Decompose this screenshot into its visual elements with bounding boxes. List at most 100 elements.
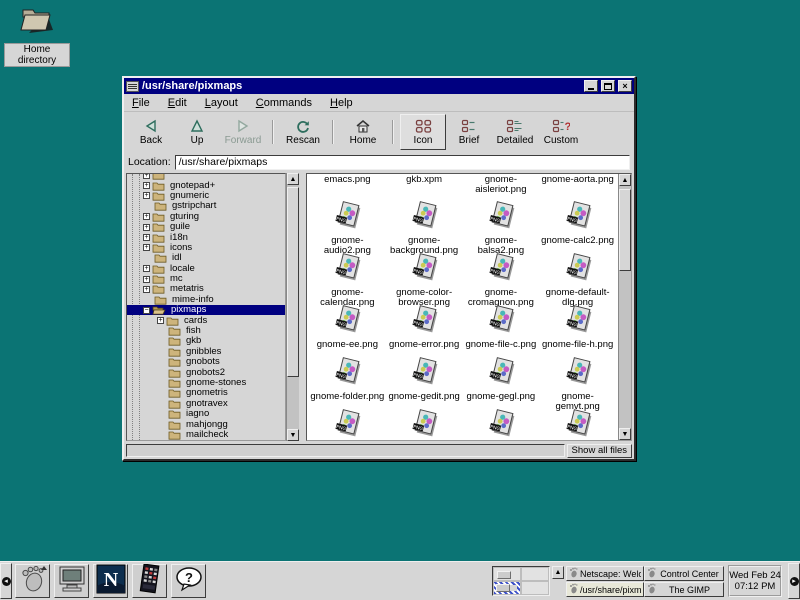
forward-button[interactable]: Forward [220,114,266,150]
file-icon-gnome-gegl.png[interactable]: PNGgnome-gegl.png [463,356,540,408]
panel-hide-left-button[interactable]: ◂ [0,563,12,599]
custom-button[interactable]: ?Custom [538,114,584,150]
menu-help[interactable]: Help [330,97,353,109]
back-button[interactable]: Back [128,114,174,150]
menu-layout[interactable]: Layout [205,97,238,109]
expand-icon[interactable]: + [143,213,150,220]
iconview-scrollbar[interactable]: ▲ ▼ [618,174,631,440]
tree-item-pixmaps[interactable]: −pixmaps [127,305,285,315]
file-icon-gnome-color-browser.png[interactable]: PNGgnome-color-browser.png [386,252,463,304]
home-directory-desktop-icon[interactable]: Home directory [4,4,70,68]
file-icon-gkb.xpm[interactable]: gkb.xpm [386,174,463,200]
home-button[interactable]: Home [340,114,386,150]
file-icon-gnome-cromagnon.png[interactable]: PNGgnome-cromagnon.png [463,252,540,304]
file-icon-unnamed[interactable]: PNG [539,408,616,440]
file-icon-gnome-default-dlg.png[interactable]: PNGgnome-default-dlg.png [539,252,616,304]
tree-item-cards[interactable]: +cards [127,315,285,325]
file-icon-unnamed[interactable]: PNG [309,408,386,440]
minimize-button[interactable] [584,80,598,92]
tasklist-toggle-button[interactable]: ▲ [552,566,564,579]
tree-item-idl[interactable]: idl [127,253,285,263]
brief-button[interactable]: Brief [446,114,492,150]
expand-icon[interactable]: + [143,244,150,251]
desk-guide-pager[interactable] [492,566,550,596]
pager-desktop-3-active[interactable] [493,581,521,595]
scroll-down-icon[interactable]: ▼ [287,429,299,441]
file-icon-gnome-audio2.png[interactable]: PNGgnome-audio2.png [309,200,386,252]
file-icon-gnome-balsa2.png[interactable]: PNGgnome-balsa2.png [463,200,540,252]
tree-item-iagno[interactable]: iagno [127,409,285,419]
file-icon-gnome-ee.png[interactable]: PNGgnome-ee.png [309,304,386,356]
expand-icon[interactable]: + [157,317,164,324]
detailed-button[interactable]: Detailed [492,114,538,150]
tree-item-mime-info[interactable]: mime-info [127,295,285,305]
tree-item-gnobots[interactable]: gnobots [127,357,285,367]
icon-button[interactable]: Icon [400,114,446,150]
expand-icon[interactable]: + [143,265,150,272]
file-icon-gnome-file-c.png[interactable]: PNGgnome-file-c.png [463,304,540,356]
task-button-3[interactable]: /usr/share/pixm... [566,582,644,597]
netscape-launcher[interactable]: N [93,564,128,598]
expand-icon[interactable]: + [143,234,150,241]
scroll-down-icon[interactable]: ▼ [619,428,631,440]
task-button-1[interactable]: Netscape: Welc... [566,566,644,581]
panel-hide-right-button[interactable]: ▸ [788,563,800,599]
titlebar[interactable]: /usr/share/pixmaps × [124,78,634,94]
file-icon-gnome-aorta.png[interactable]: gnome-aorta.png [539,174,616,200]
window-menu-icon[interactable] [126,81,139,92]
rescan-button[interactable]: Rescan [280,114,326,150]
file-icon-gnome-calendar.png[interactable]: PNGgnome-calendar.png [309,252,386,304]
maximize-button[interactable] [601,80,615,92]
file-icon-gnome-background.png[interactable]: PNGgnome-background.png [386,200,463,252]
menu-file[interactable]: File [132,97,150,109]
menu-commands[interactable]: Commands [256,97,312,109]
expand-icon[interactable]: + [143,192,150,199]
expand-icon[interactable]: + [143,224,150,231]
expand-icon[interactable]: + [143,173,150,179]
toolbar-button-label: Detailed [497,135,534,146]
tree-item-icons[interactable]: +icons [127,243,285,253]
keypad-launcher[interactable] [132,564,167,598]
tree-item-gstripchart[interactable]: gstripchart [127,201,285,211]
file-icon-gnome-gedit.png[interactable]: PNGgnome-gedit.png [386,356,463,408]
file-icon-gnome-gemvt.png[interactable]: PNGgnome-gemvt.png [539,356,616,408]
scroll-up-icon[interactable]: ▲ [619,174,631,186]
expand-icon[interactable]: + [143,182,150,189]
tree-item-mc[interactable]: +mc [127,274,285,284]
pager-desktop-1[interactable] [493,567,521,581]
clock-applet[interactable]: Wed Feb 24 07:12 PM [728,565,782,597]
pager-desktop-4[interactable] [521,581,549,595]
task-button-4[interactable]: The GIMP [644,582,724,597]
tree-scrollbar[interactable]: ▲ ▼ [286,173,299,441]
scroll-up-icon[interactable]: ▲ [287,173,299,185]
tree-item-gturing[interactable]: +gturing [127,212,285,222]
task-button-2[interactable]: Control Center [644,566,724,581]
tree-item-i18n[interactable]: +i18n [127,232,285,242]
menu-edit[interactable]: Edit [168,97,187,109]
tree-item-mailcheck[interactable]: mailcheck [127,430,285,440]
panel-splitter[interactable] [299,173,306,441]
tree-item-guile[interactable]: +guile [127,222,285,232]
file-icon-unnamed[interactable]: PNG [386,408,463,440]
file-icon-gnome-calc2.png[interactable]: PNGgnome-calc2.png [539,200,616,252]
show-all-files-button[interactable]: Show all files [567,444,632,458]
help-launcher[interactable]: ? [171,564,206,598]
tree-item-fish[interactable]: fish [127,326,285,336]
file-icon-gnome-folder.png[interactable]: PNGgnome-folder.png [309,356,386,408]
collapse-icon[interactable]: − [143,307,150,314]
up-button[interactable]: Up [174,114,220,150]
file-icon-gnome-aisleriot.png[interactable]: gnome-aisleriot.png [463,174,540,200]
close-button[interactable]: × [618,80,632,92]
file-icon-gnome-error.png[interactable]: PNGgnome-error.png [386,304,463,356]
file-icon-gnome-file-h.png[interactable]: PNGgnome-file-h.png [539,304,616,356]
window-title: /usr/share/pixmaps [142,80,581,92]
expand-icon[interactable]: + [143,276,150,283]
main-menu-launcher[interactable] [15,564,50,598]
terminal-launcher[interactable] [54,564,89,598]
file-icon-unnamed[interactable]: PNG [463,408,540,440]
tree-item-locale[interactable]: +locale [127,264,285,274]
expand-icon[interactable]: + [143,286,150,293]
file-icon-emacs.png[interactable]: emacs.png [309,174,386,200]
pager-desktop-2[interactable] [521,567,549,581]
location-input[interactable]: /usr/share/pixmaps [175,155,630,170]
